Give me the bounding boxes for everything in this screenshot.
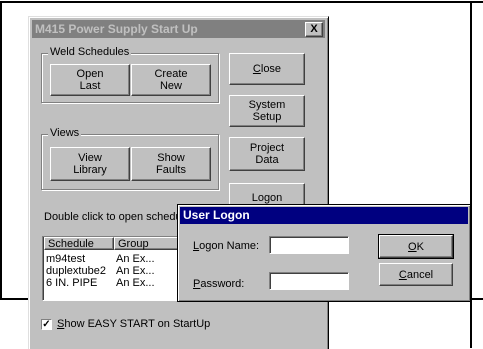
easy-start-label-text: how EASY START on StartUp	[64, 318, 211, 330]
view-library-button[interactable]: View Library	[50, 147, 130, 181]
logon-name-label: Logon Name:	[193, 240, 260, 252]
schedule-group: An Ex...	[116, 253, 155, 265]
schedule-group: An Ex...	[116, 265, 155, 277]
password-mnemonic: P	[193, 278, 201, 290]
schedule-list[interactable]: Schedule Group m94test An Ex... duplextu…	[42, 236, 182, 301]
open-last-button[interactable]: Open Last	[50, 64, 130, 96]
cancel-mnemonic: C	[398, 268, 407, 281]
logon-name-input[interactable]	[269, 236, 349, 254]
dialog-titlebar[interactable]: User Logon	[180, 207, 468, 224]
schedule-name: m94test	[46, 253, 86, 265]
window-title: M415 Power Supply Start Up	[35, 22, 198, 36]
schedule-name: duplextube2	[46, 265, 106, 277]
views-label: Views	[48, 127, 82, 139]
weld-schedules-group: Weld Schedules Open Last Create New	[41, 46, 219, 103]
close-button-label: Close	[252, 63, 282, 75]
show-faults-button[interactable]: Show Faults	[131, 147, 211, 181]
project-data-button[interactable]: Project Data	[229, 137, 305, 171]
column-header-schedule[interactable]: Schedule	[44, 237, 114, 250]
schedule-group: An Ex...	[116, 277, 155, 289]
cancel-button[interactable]: Cancel	[379, 263, 453, 286]
ok-mnemonic: O	[408, 240, 417, 253]
easy-start-checkbox[interactable]: ✓	[41, 319, 52, 330]
user-logon-dialog: User Logon Logon Name: Password: OK Canc…	[177, 204, 471, 302]
window-close-button[interactable]: X	[305, 22, 323, 37]
weld-schedules-label: Weld Schedules	[48, 46, 132, 58]
ok-button[interactable]: OK	[379, 235, 453, 258]
frame-line-left	[0, 1, 2, 299]
frame-line-top	[0, 1, 483, 3]
checkmark-icon: ✓	[42, 319, 51, 330]
instruction-text: Double click to open schedu	[44, 211, 182, 223]
close-mnemonic: C	[252, 63, 261, 75]
views-group: Views View Library Show Faults	[41, 127, 219, 190]
close-button[interactable]: Close	[229, 53, 305, 85]
column-header-group[interactable]: Group	[114, 237, 180, 250]
password-label: Password:	[193, 278, 245, 290]
schedule-name: 6 IN. PIPE	[46, 277, 98, 289]
close-icon: X	[310, 23, 318, 35]
create-new-button[interactable]: Create New	[131, 64, 211, 96]
easy-start-label[interactable]: Show EASY START on StartUp	[57, 318, 210, 330]
ok-button-label: OK	[408, 240, 424, 253]
logon-name-mnemonic: L	[193, 240, 200, 252]
system-setup-button[interactable]: System Setup	[229, 95, 305, 127]
password-input[interactable]	[269, 272, 349, 290]
window-titlebar[interactable]: M415 Power Supply Start Up X	[32, 20, 325, 38]
cancel-button-label: Cancel	[398, 268, 434, 281]
dialog-title: User Logon	[183, 208, 250, 222]
